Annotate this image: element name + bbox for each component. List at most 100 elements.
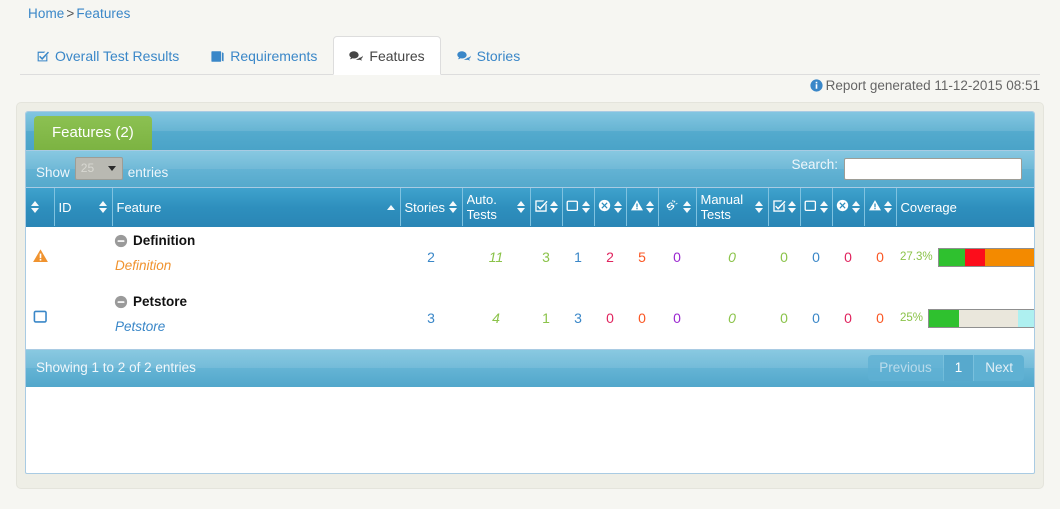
breadcrumb: Home > Features <box>28 6 130 21</box>
sort-arrows-icon <box>550 201 559 213</box>
coverage-segment-passed <box>929 309 960 327</box>
coverage-bar <box>928 308 1034 328</box>
col-auto-tests-label: Auto. Tests <box>466 192 497 222</box>
features-table: ID Feature Stories Auto. Tests Manual Te… <box>26 188 1034 349</box>
pagination: Previous 1 Next <box>868 355 1024 381</box>
table-footer: Showing 1 to 2 of 2 entries Previous 1 N… <box>26 349 1034 387</box>
check-square-icon <box>36 39 49 77</box>
feature-title-text: Petstore <box>133 294 188 309</box>
row-feature-cell: Petstore Petstore <box>112 287 400 349</box>
row-auto-skipped: 0 <box>658 226 696 288</box>
table-row[interactable]: Petstore Petstore 3 4 1 3 0 0 0 0 0 0 0 … <box>26 287 1034 349</box>
check-square-icon <box>534 199 548 216</box>
col-auto-error[interactable] <box>626 188 659 227</box>
show-label: Show <box>36 165 70 180</box>
tab-features[interactable]: Features <box>333 36 441 75</box>
sort-arrows-icon <box>755 201 764 213</box>
pagination-next[interactable]: Next <box>974 355 1024 381</box>
col-auto-passed[interactable] <box>530 188 563 227</box>
row-auto-pending: 3 <box>562 287 594 349</box>
row-auto-skipped: 0 <box>658 287 696 349</box>
sort-arrows-icon <box>517 201 526 213</box>
tab-label: Overall Test Results <box>55 48 180 64</box>
coverage-bar <box>937 247 1034 267</box>
col-coverage[interactable]: Coverage <box>896 188 1034 227</box>
row-status-cell <box>26 287 54 349</box>
tab-stories[interactable]: Stories <box>441 36 537 75</box>
row-man-pending: 0 <box>800 226 832 288</box>
table-row[interactable]: Definition Definition 2 11 3 1 2 5 0 0 0… <box>26 226 1034 288</box>
row-manual-tests: 0 <box>696 226 768 288</box>
coverage-segment-error <box>984 248 1034 266</box>
row-auto-tests: 4 <box>462 287 530 349</box>
tab-label: Stories <box>476 48 521 64</box>
pagination-previous[interactable]: Previous <box>868 355 944 381</box>
minus-circle-icon[interactable] <box>114 295 128 312</box>
info-circle-icon <box>809 79 823 95</box>
row-id-cell <box>54 226 112 288</box>
col-stories-label: Stories <box>404 199 445 215</box>
row-auto-tests: 11 <box>462 226 530 288</box>
row-id-cell <box>54 287 112 349</box>
col-feature[interactable]: Feature <box>112 188 401 227</box>
sort-arrows-icon <box>646 201 655 213</box>
report-card: Features (2) Show 25 entries Search: ID … <box>16 102 1044 489</box>
col-auto-skipped[interactable] <box>658 188 697 227</box>
broken-chain-icon <box>663 199 680 216</box>
col-manual-passed[interactable] <box>768 188 801 227</box>
col-id[interactable]: ID <box>54 188 113 227</box>
sort-arrows-icon <box>682 201 691 213</box>
tab-overall-test-results[interactable]: Overall Test Results <box>20 36 195 75</box>
col-status[interactable] <box>26 188 55 227</box>
feature-title: Petstore <box>114 294 187 312</box>
breadcrumb-separator: > <box>66 6 75 21</box>
entries-label: entries <box>127 165 169 180</box>
sort-arrows-icon <box>581 201 590 213</box>
sort-arrows-icon <box>884 201 893 213</box>
breadcrumb-home-link[interactable]: Home <box>28 6 64 21</box>
features-panel-title[interactable]: Features (2) <box>34 116 152 150</box>
col-manual-pending[interactable] <box>800 188 833 227</box>
col-manual-tests[interactable]: Manual Tests <box>696 188 769 227</box>
check-square-icon <box>772 199 786 216</box>
minus-circle-icon[interactable] <box>114 234 128 251</box>
row-man-passed: 0 <box>768 287 800 349</box>
breadcrumb-current[interactable]: Features <box>76 6 130 21</box>
row-auto-passed: 3 <box>530 226 562 288</box>
row-coverage-cell: 25% <box>896 287 1034 349</box>
row-auto-pending: 1 <box>562 226 594 288</box>
sort-arrows-icon <box>30 201 39 213</box>
table-controls: Show 25 entries Search: <box>26 151 1034 188</box>
col-auto-tests[interactable]: Auto. Tests <box>462 188 531 227</box>
pagination-page-1[interactable]: 1 <box>943 355 975 381</box>
col-auto-pending[interactable] <box>562 188 595 227</box>
row-auto-failed: 2 <box>594 226 626 288</box>
sort-arrows-icon <box>613 201 622 213</box>
col-manual-error[interactable] <box>864 188 897 227</box>
col-auto-failed[interactable] <box>594 188 627 227</box>
col-coverage-label: Coverage <box>900 199 957 215</box>
col-manual-failed[interactable] <box>832 188 865 227</box>
feature-link[interactable]: Definition <box>115 258 171 273</box>
coverage-segment-failed <box>965 248 985 266</box>
row-stories: 3 <box>400 287 462 349</box>
empty-square-icon <box>33 310 48 327</box>
panel-header: Features (2) <box>26 112 1034 151</box>
report-generated-text: Report generated 11-12-2015 08:51 <box>825 78 1040 93</box>
row-man-failed: 0 <box>832 287 864 349</box>
sort-arrows-icon <box>449 201 458 213</box>
sort-asc-icon <box>387 204 396 210</box>
row-auto-passed: 1 <box>530 287 562 349</box>
features-table-area: ID Feature Stories Auto. Tests Manual Te… <box>26 188 1034 349</box>
length-control: Show 25 entries <box>36 157 168 180</box>
feature-title: Definition <box>114 233 195 251</box>
search-input[interactable] <box>844 158 1022 180</box>
features-report-page: Home > Features Overall Test Results Requi… <box>0 0 1060 509</box>
tab-requirements[interactable]: Requirements <box>195 36 333 75</box>
row-auto-error: 5 <box>626 226 658 288</box>
col-stories[interactable]: Stories <box>400 188 463 227</box>
table-header-row: ID Feature Stories Auto. Tests Manual Te… <box>26 188 1034 227</box>
feature-link[interactable]: Petstore <box>115 319 165 334</box>
coverage-segment-remaining <box>959 309 1018 327</box>
page-length-select[interactable]: 25 <box>74 157 123 180</box>
